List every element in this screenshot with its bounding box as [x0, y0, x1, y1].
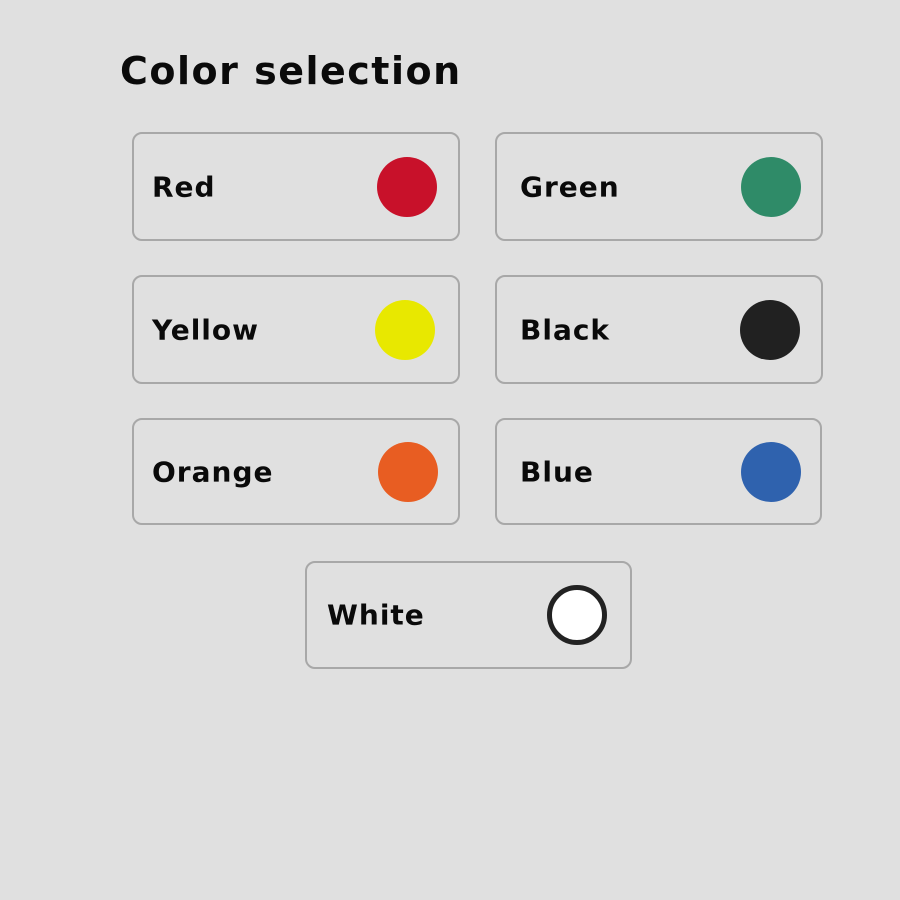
color-label: Orange: [152, 455, 274, 488]
color-label: Black: [520, 313, 611, 346]
color-option-blue[interactable]: Blue: [495, 418, 822, 525]
color-label: Blue: [520, 455, 594, 488]
color-label: White: [327, 598, 425, 632]
color-label: Green: [520, 170, 620, 203]
color-swatch-green: [741, 156, 801, 217]
color-option-green[interactable]: Green: [495, 132, 823, 241]
color-swatch-white: [547, 585, 607, 645]
color-swatch-orange: [378, 441, 438, 502]
color-option-orange[interactable]: Orange: [132, 418, 460, 525]
color-swatch-blue: [741, 441, 801, 502]
color-option-white[interactable]: White: [305, 561, 632, 669]
color-option-black[interactable]: Black: [495, 275, 823, 384]
color-option-yellow[interactable]: Yellow: [132, 275, 460, 384]
color-option-red[interactable]: Red: [132, 132, 460, 241]
color-label: Yellow: [152, 313, 259, 346]
page-title: Color selection: [120, 49, 462, 93]
color-swatch-red: [377, 156, 437, 217]
color-label: Red: [152, 170, 216, 203]
color-swatch-black: [740, 299, 800, 360]
color-swatch-yellow: [375, 299, 435, 360]
